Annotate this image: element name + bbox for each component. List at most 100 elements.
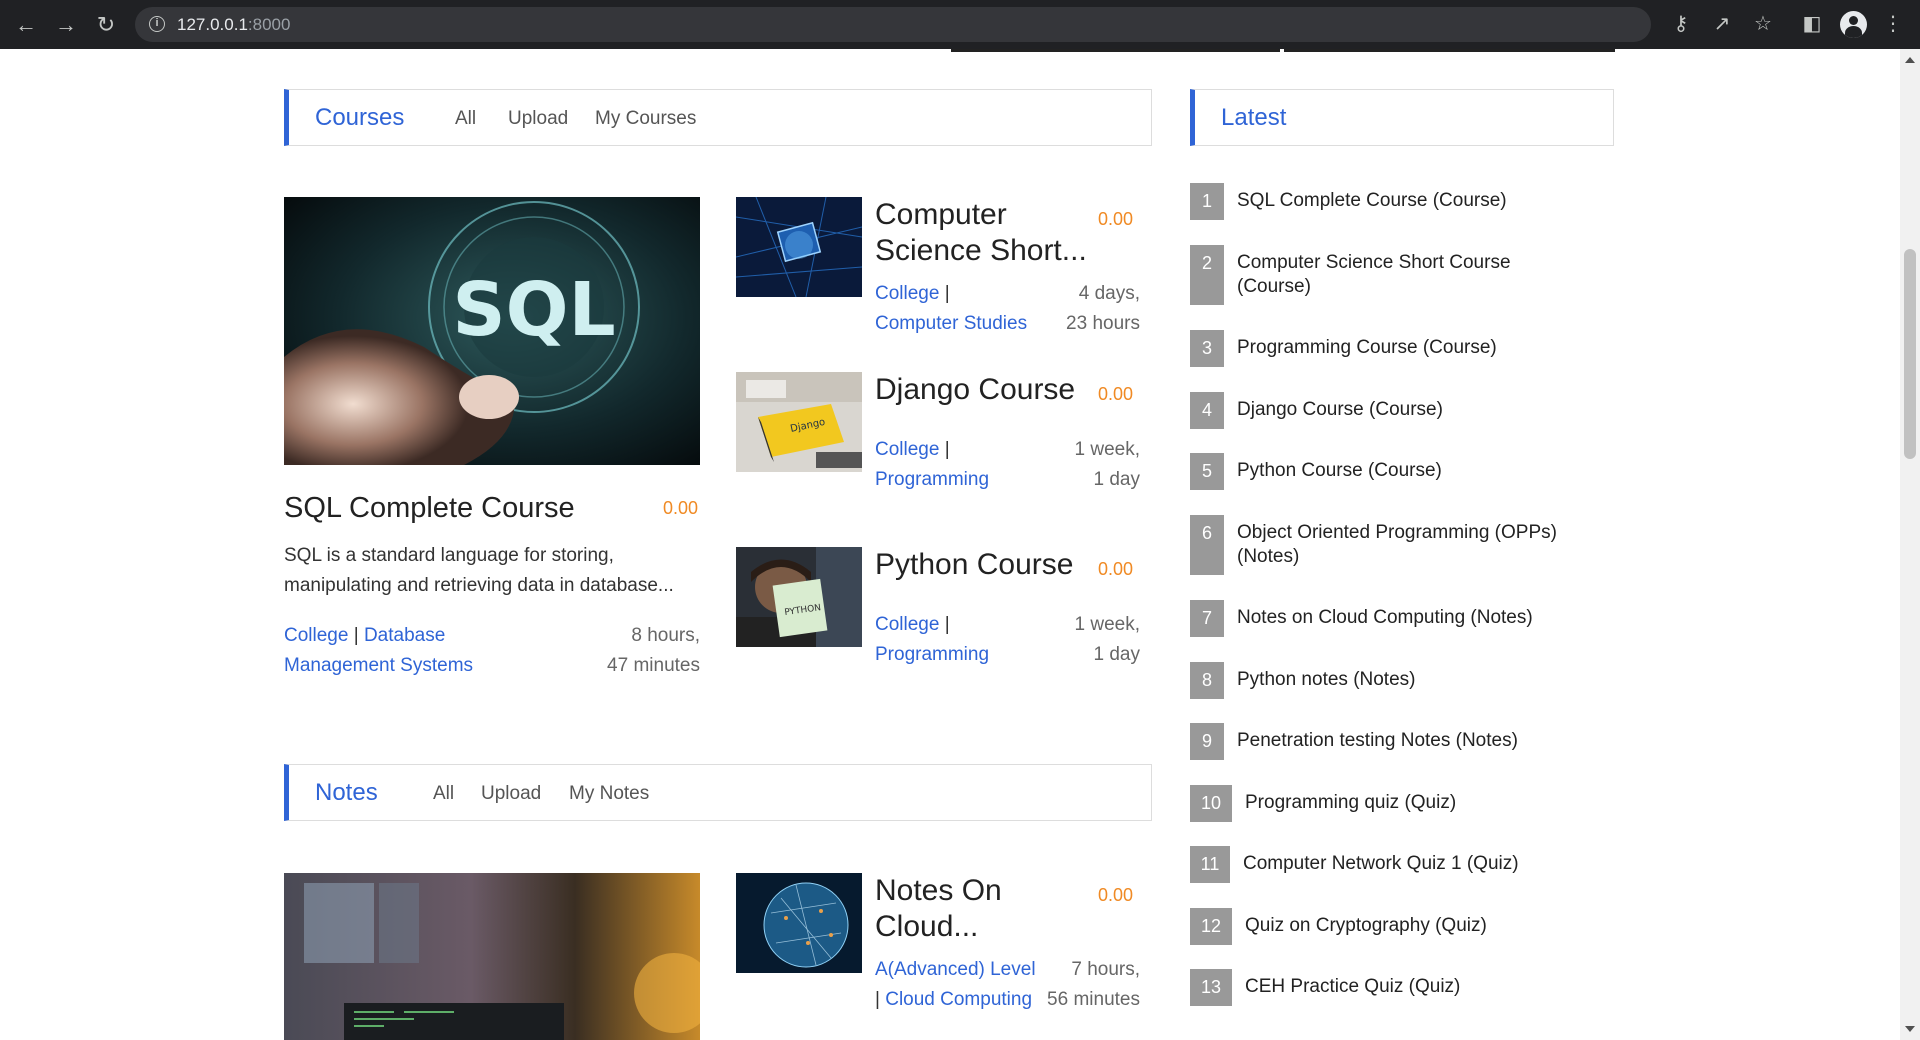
category-link[interactable]: College [875, 439, 939, 460]
tab-all[interactable]: All [455, 108, 476, 130]
latest-item[interactable]: 7 Notes on Cloud Computing (Notes) [1190, 600, 1533, 637]
featured-course-price: 0.00 [663, 498, 699, 518]
course-duration: 4 days, 23 hours [1066, 283, 1140, 334]
course-title[interactable]: Python Course [875, 547, 1095, 583]
latest-number-badge: 6 [1190, 515, 1224, 575]
course-meta: College | Programming [875, 614, 990, 665]
profile-avatar[interactable] [1840, 11, 1867, 38]
latest-item[interactable]: 2 Computer Science Short Course (Course) [1190, 245, 1557, 305]
latest-number-badge: 12 [1190, 908, 1232, 945]
latest-number-badge: 8 [1190, 662, 1224, 699]
latest-number-badge: 3 [1190, 330, 1224, 367]
forward-arrow-icon[interactable]: → [52, 11, 80, 39]
course-duration: 1 week, 1 day [1074, 439, 1140, 490]
latest-item[interactable]: 3 Programming Course (Course) [1190, 330, 1497, 367]
latest-item-label[interactable]: Computer Network Quiz 1 (Quiz) [1243, 846, 1519, 876]
side-panel-icon[interactable]: ◧ [1799, 11, 1825, 37]
top-divider [951, 49, 1280, 52]
latest-item-label[interactable]: Python notes (Notes) [1237, 662, 1415, 692]
latest-number-badge: 4 [1190, 392, 1224, 429]
latest-number-badge: 10 [1190, 785, 1232, 822]
latest-item-label[interactable]: Python Course (Course) [1237, 453, 1442, 483]
latest-item[interactable]: 11 Computer Network Quiz 1 (Quiz) [1190, 846, 1519, 883]
featured-course-description: SQL is a standard language for storing, … [284, 545, 674, 596]
latest-item[interactable]: 12 Quiz on Cryptography (Quiz) [1190, 908, 1487, 945]
course-title[interactable]: Django Course [875, 372, 1095, 408]
svg-text:SQL: SQL [452, 267, 615, 353]
latest-number-badge: 9 [1190, 723, 1224, 760]
latest-item[interactable]: 1 SQL Complete Course (Course) [1190, 183, 1507, 220]
key-icon[interactable]: ⚷ [1668, 11, 1694, 37]
latest-item-label[interactable]: Programming Course (Course) [1237, 330, 1497, 360]
notes-featured-thumbnail[interactable] [284, 873, 700, 1040]
latest-item[interactable]: 5 Python Course (Course) [1190, 453, 1442, 490]
menu-kebab-icon[interactable]: ⋮ [1880, 11, 1906, 37]
latest-item[interactable]: 9 Penetration testing Notes (Notes) [1190, 723, 1518, 760]
notes-section-header: Notes All Upload My Notes [284, 764, 1152, 821]
latest-item[interactable]: 4 Django Course (Course) [1190, 392, 1443, 429]
course-title[interactable]: Computer Science Short... [875, 197, 1095, 269]
latest-section-header: Latest [1190, 89, 1614, 146]
latest-item[interactable]: 13 CEH Practice Quiz (Quiz) [1190, 969, 1460, 1006]
latest-item-label[interactable]: CEH Practice Quiz (Quiz) [1245, 969, 1460, 999]
tab-my-notes[interactable]: My Notes [569, 783, 649, 805]
sql-course-thumbnail[interactable]: SQL [284, 197, 700, 465]
section-title: Latest [1221, 104, 1287, 131]
latest-item-label[interactable]: Django Course (Course) [1237, 392, 1443, 422]
latest-number-badge: 1 [1190, 183, 1224, 220]
latest-item-label[interactable]: Penetration testing Notes (Notes) [1237, 723, 1518, 753]
latest-number-badge: 7 [1190, 600, 1224, 637]
tab-all[interactable]: All [433, 783, 454, 805]
note-title[interactable]: Notes On Cloud... [875, 873, 1055, 945]
page-content: Courses All Upload My Courses Latest SQL… [0, 49, 1900, 1040]
tab-upload[interactable]: Upload [481, 783, 541, 805]
subject-link[interactable]: Computer Studies [875, 313, 1027, 334]
python-course-thumbnail[interactable]: PYTHON [736, 547, 862, 647]
latest-item-label[interactable]: Programming quiz (Quiz) [1245, 785, 1456, 815]
category-link[interactable]: College [875, 614, 939, 635]
cloud-notes-thumbnail[interactable] [736, 873, 862, 973]
course-price: 0.00 [1098, 209, 1134, 229]
tab-upload[interactable]: Upload [508, 108, 568, 130]
scroll-up-arrow-icon[interactable] [1905, 57, 1915, 63]
latest-item[interactable]: 6 Object Oriented Programming (OPPs) (No… [1190, 515, 1597, 575]
featured-course-meta: College | Database Management Systems [284, 625, 474, 676]
category-link[interactable]: A(Advanced) Level [875, 959, 1036, 980]
scroll-down-arrow-icon[interactable] [1905, 1026, 1915, 1032]
subject-link[interactable]: Programming [875, 469, 989, 490]
section-title[interactable]: Courses [315, 104, 404, 132]
site-info-icon[interactable]: i [149, 16, 165, 32]
tab-my-courses[interactable]: My Courses [595, 108, 696, 130]
note-duration: 7 hours, 56 minutes [1047, 959, 1140, 1010]
course-price: 0.00 [1098, 384, 1134, 404]
top-divider [1284, 49, 1615, 52]
latest-item[interactable]: 10 Programming quiz (Quiz) [1190, 785, 1456, 822]
share-icon[interactable]: ↗ [1709, 11, 1735, 37]
subject-link[interactable]: Programming [875, 644, 989, 665]
section-title[interactable]: Notes [315, 779, 378, 807]
latest-item-label[interactable]: Object Oriented Programming (OPPs) (Note… [1237, 515, 1597, 569]
latest-number-badge: 13 [1190, 969, 1232, 1006]
latest-item-label[interactable]: Quiz on Cryptography (Quiz) [1245, 908, 1487, 938]
latest-item-label[interactable]: Notes on Cloud Computing (Notes) [1237, 600, 1533, 630]
latest-number-badge: 11 [1190, 846, 1230, 883]
category-link[interactable]: College [284, 625, 348, 646]
subject-link[interactable]: Cloud Computing [885, 989, 1032, 1010]
latest-number-badge: 2 [1190, 245, 1224, 305]
address-bar[interactable]: i 127.0.0.1:8000 [135, 7, 1651, 42]
django-course-thumbnail[interactable]: Django [736, 372, 862, 472]
cs-course-thumbnail[interactable] [736, 197, 862, 297]
scrollbar-thumb[interactable] [1904, 249, 1916, 459]
featured-course-title[interactable]: SQL Complete Course [284, 492, 575, 525]
latest-item-label[interactable]: Computer Science Short Course (Course) [1237, 245, 1557, 299]
latest-item[interactable]: 8 Python notes (Notes) [1190, 662, 1415, 699]
reload-icon[interactable]: ↻ [92, 11, 120, 39]
page-scrollbar[interactable] [1900, 49, 1920, 1040]
category-link[interactable]: College [875, 283, 939, 304]
featured-course-duration: 8 hours, 47 minutes [607, 625, 700, 676]
course-meta: College | Computer Studies [875, 283, 1028, 334]
url-text: 127.0.0.1:8000 [177, 15, 291, 34]
back-arrow-icon[interactable]: ← [12, 11, 40, 39]
latest-item-label[interactable]: SQL Complete Course (Course) [1237, 183, 1507, 213]
bookmark-star-icon[interactable]: ☆ [1750, 11, 1776, 37]
